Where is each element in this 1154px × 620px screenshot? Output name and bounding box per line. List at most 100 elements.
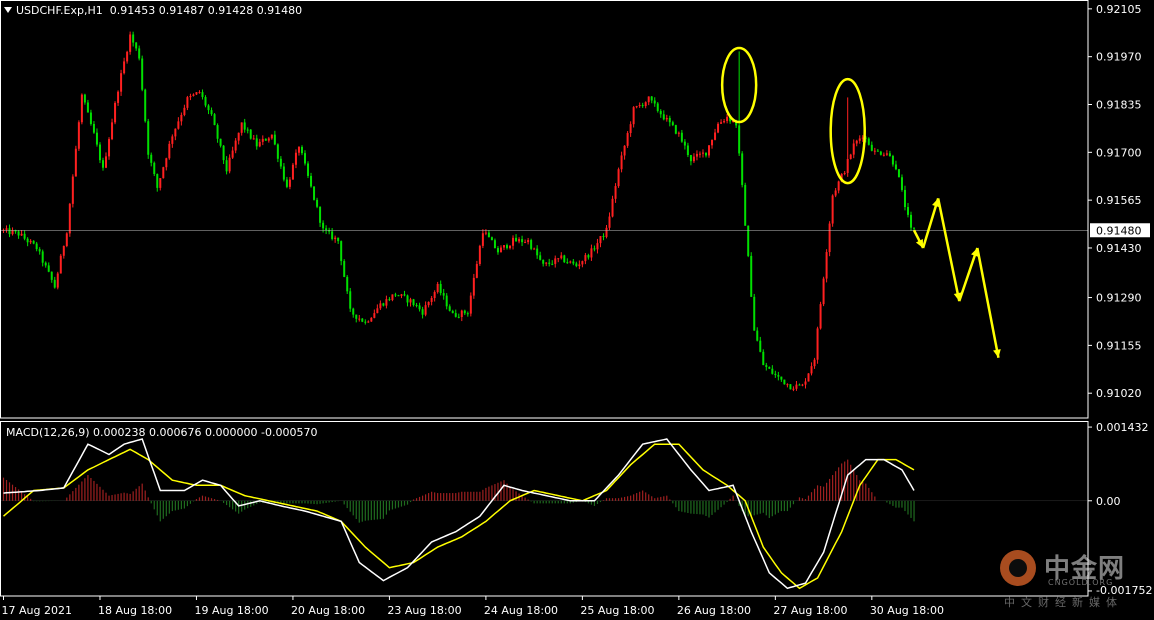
symbol-label: USDCHF.Exp,H1 bbox=[16, 4, 103, 17]
candle-body bbox=[536, 248, 539, 256]
candle-body bbox=[20, 233, 23, 236]
candle-body bbox=[891, 156, 894, 165]
candle-body bbox=[882, 154, 885, 156]
candle-body bbox=[638, 105, 641, 107]
candle-body bbox=[258, 141, 261, 147]
price-tick-label: 0.91700 bbox=[1096, 146, 1142, 159]
candle-body bbox=[593, 248, 596, 250]
candle-body bbox=[777, 375, 780, 377]
candle-body bbox=[349, 291, 352, 309]
candle-body bbox=[900, 177, 903, 190]
candle-body bbox=[231, 150, 234, 158]
candle-body bbox=[412, 299, 415, 306]
candle-body bbox=[198, 92, 201, 94]
candle-body bbox=[177, 121, 180, 129]
candle-body bbox=[888, 153, 891, 157]
candle-body bbox=[156, 174, 159, 188]
candle-body bbox=[141, 58, 144, 90]
candle-body bbox=[210, 110, 213, 115]
candle-body bbox=[370, 317, 373, 322]
candle-body bbox=[355, 314, 358, 319]
candle-body bbox=[192, 94, 195, 96]
x-tick-label: 17 Aug 2021 bbox=[2, 604, 72, 617]
candle-body bbox=[415, 305, 418, 307]
candle-body bbox=[41, 251, 44, 263]
candle-body bbox=[701, 152, 704, 154]
candle-body bbox=[285, 179, 288, 187]
ohlc-values: 0.91453 0.91487 0.91428 0.91480 bbox=[109, 4, 303, 17]
candle-body bbox=[5, 228, 8, 230]
candle-body bbox=[436, 283, 439, 292]
candle-body bbox=[451, 310, 454, 314]
candle-body bbox=[686, 145, 689, 156]
chart-header[interactable]: USDCHF.Exp,H1 0.91453 0.91487 0.91428 0.… bbox=[4, 4, 302, 17]
x-tick-label: 27 Aug 18:00 bbox=[773, 604, 847, 617]
candle-body bbox=[457, 316, 460, 318]
candle-body bbox=[720, 122, 723, 124]
candle-body bbox=[68, 203, 71, 234]
candle-body bbox=[545, 262, 548, 264]
candle-body bbox=[524, 242, 527, 244]
candle-body bbox=[403, 294, 406, 296]
candle-body bbox=[807, 373, 810, 382]
candle-body bbox=[530, 240, 533, 249]
candle-body bbox=[264, 138, 267, 141]
candle-body bbox=[849, 154, 852, 159]
candle-body bbox=[472, 277, 475, 296]
candle-body bbox=[397, 295, 400, 297]
x-tick-label: 24 Aug 18:00 bbox=[484, 604, 558, 617]
candle-body bbox=[910, 214, 913, 228]
candle-body bbox=[665, 117, 668, 120]
candle-body bbox=[726, 116, 729, 122]
candle-body bbox=[518, 239, 521, 242]
candle-body bbox=[620, 155, 623, 170]
candle-body bbox=[364, 321, 367, 323]
price-chart-panel bbox=[0, 31, 1088, 392]
candle-body bbox=[496, 248, 499, 253]
candle-body bbox=[819, 304, 822, 329]
candle-body bbox=[478, 245, 481, 265]
macd-panel bbox=[0, 438, 1088, 590]
candle-body bbox=[189, 95, 192, 98]
candle-body bbox=[114, 102, 117, 123]
axes: 0.92105 0.91970 0.91835 0.91700 0.91565 0.914… bbox=[0, 0, 1152, 617]
candle-body bbox=[659, 110, 662, 115]
candle-body bbox=[834, 190, 837, 196]
candle-body bbox=[611, 198, 614, 217]
candle-body bbox=[279, 158, 282, 167]
candle-body bbox=[867, 138, 870, 145]
candle-body bbox=[138, 48, 141, 59]
candle-body bbox=[870, 144, 873, 151]
candle-body bbox=[310, 175, 313, 187]
chart-menu-triangle-icon[interactable] bbox=[4, 7, 12, 13]
candle-body bbox=[74, 148, 77, 177]
candle-body bbox=[581, 261, 584, 265]
candle-body bbox=[448, 306, 451, 311]
candle-body bbox=[487, 232, 490, 238]
candle-body bbox=[599, 236, 602, 244]
candle-body bbox=[334, 237, 337, 239]
candle-body bbox=[650, 96, 653, 101]
candle-body bbox=[629, 124, 632, 134]
candle-body bbox=[798, 384, 801, 386]
chart-window: 0.92105 0.91970 0.91835 0.91700 0.91565 0.914… bbox=[0, 0, 1154, 620]
candle-body bbox=[346, 276, 349, 292]
candle-body bbox=[304, 153, 306, 164]
candle-body bbox=[228, 157, 231, 172]
candle-body bbox=[704, 152, 707, 156]
candle-body bbox=[361, 318, 364, 322]
candle-body bbox=[741, 153, 744, 185]
candle-body bbox=[129, 34, 132, 52]
candle-body bbox=[662, 114, 665, 120]
candle-body bbox=[789, 384, 792, 390]
candle-body bbox=[168, 143, 171, 159]
candle-body bbox=[554, 258, 557, 264]
candle-body bbox=[493, 240, 496, 249]
candle-body bbox=[376, 308, 379, 314]
candle-body bbox=[873, 150, 876, 152]
candle-body bbox=[77, 122, 80, 149]
candle-body bbox=[575, 263, 578, 267]
x-tick-label: 26 Aug 18:00 bbox=[677, 604, 751, 617]
candle-body bbox=[780, 376, 783, 380]
candle-body bbox=[548, 262, 551, 264]
